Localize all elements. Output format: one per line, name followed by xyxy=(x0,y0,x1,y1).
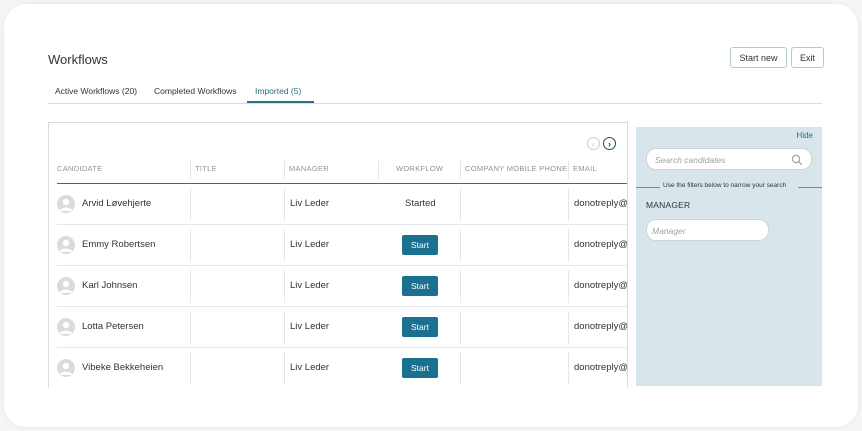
tab-bar: Active Workflows (20) Completed Workflow… xyxy=(48,80,822,104)
manager-name: Liv Leder xyxy=(290,321,330,332)
table-row[interactable]: Lotta Petersen Liv Leder Start donotrepl… xyxy=(57,307,628,348)
cell-divider xyxy=(460,352,461,385)
tab-active-workflows[interactable]: Active Workflows (20) xyxy=(55,86,137,96)
cell-divider xyxy=(284,229,285,262)
cell-divider xyxy=(568,311,569,344)
page-title: Workflows xyxy=(48,52,108,67)
exit-button[interactable]: Exit xyxy=(791,47,824,68)
search-candidates-field[interactable] xyxy=(646,148,812,170)
manager-name: Liv Leder xyxy=(290,280,330,291)
chevron-right-icon[interactable]: › xyxy=(603,137,616,150)
workflow-status: Started xyxy=(405,198,436,209)
column-header-title[interactable]: TITLE xyxy=(195,164,217,173)
filter-hint-text: Use the filters below to narrow your sea… xyxy=(663,182,787,189)
cell-divider xyxy=(460,311,461,344)
start-workflow-button[interactable]: Start xyxy=(402,276,438,296)
cell-divider xyxy=(460,270,461,303)
manager-input[interactable] xyxy=(652,224,762,237)
table-row[interactable]: Karl Johnsen Liv Leder Start donotreply@… xyxy=(57,266,628,307)
candidate-name: Karl Johnsen xyxy=(82,280,138,291)
column-header-candidate[interactable]: CANDIDATE xyxy=(57,164,102,173)
cell-divider xyxy=(284,352,285,385)
candidate-name: Arvid Løvehjerte xyxy=(82,198,152,209)
chevron-left-icon[interactable]: ‹ xyxy=(587,137,600,150)
tab-imported[interactable]: Imported (5) xyxy=(255,86,301,96)
cell-divider xyxy=(568,188,569,221)
column-divider xyxy=(460,161,461,179)
cell-divider xyxy=(190,229,191,262)
user-avatar-icon xyxy=(57,277,75,295)
manager-name: Liv Leder xyxy=(290,198,330,209)
start-new-button[interactable]: Start new xyxy=(730,47,787,68)
cell-divider xyxy=(568,270,569,303)
email-value: donotreply@e xyxy=(574,321,628,332)
cell-divider xyxy=(568,229,569,262)
column-divider xyxy=(190,161,191,179)
column-header-company-mobile-phone[interactable]: COMPANY MOBILE PHONE xyxy=(465,164,567,173)
user-avatar-icon xyxy=(57,359,75,377)
divider xyxy=(636,187,660,188)
table-row[interactable]: Emmy Robertsen Liv Leder Start donotrepl… xyxy=(57,225,628,266)
user-avatar-icon xyxy=(57,236,75,254)
user-avatar-icon xyxy=(57,195,75,213)
cell-divider xyxy=(190,188,191,221)
email-value: donotreply@e xyxy=(574,198,628,209)
filter-hint: Use the filters below to narrow your sea… xyxy=(636,182,822,192)
manager-name: Liv Leder xyxy=(290,239,330,250)
table-row[interactable]: Vibeke Bekkeheien Liv Leder Start donotr… xyxy=(57,348,628,388)
start-workflow-button[interactable]: Start xyxy=(402,358,438,378)
column-header-email[interactable]: EMAIL xyxy=(573,164,597,173)
search-input[interactable] xyxy=(655,153,785,166)
candidates-table: ‹ › CANDIDATE TITLE MANAGER WORKFLOW COM… xyxy=(48,122,628,388)
email-value: donotreply@e xyxy=(574,280,628,291)
email-value: donotreply@e xyxy=(574,239,628,250)
hide-filters-link[interactable]: Hide xyxy=(797,131,813,140)
column-divider xyxy=(378,161,379,179)
tab-completed-workflows[interactable]: Completed Workflows xyxy=(154,86,237,96)
candidate-name: Lotta Petersen xyxy=(82,321,144,332)
cell-divider xyxy=(284,311,285,344)
manager-filter-field[interactable] xyxy=(646,219,769,241)
cell-divider xyxy=(284,270,285,303)
filter-panel: Hide Use the filters below to narrow you… xyxy=(636,127,822,386)
cell-divider xyxy=(568,352,569,385)
cell-divider xyxy=(190,352,191,385)
search-icon[interactable] xyxy=(791,154,803,166)
cell-divider xyxy=(460,188,461,221)
cell-divider xyxy=(190,311,191,344)
manager-filter-label: MANAGER xyxy=(646,200,691,210)
cell-divider xyxy=(460,229,461,262)
active-tab-indicator xyxy=(247,101,314,103)
manager-name: Liv Leder xyxy=(290,362,330,373)
candidate-name: Vibeke Bekkeheien xyxy=(82,362,164,373)
cell-divider xyxy=(284,188,285,221)
email-value: donotreply@e xyxy=(574,362,628,373)
user-avatar-icon xyxy=(57,318,75,336)
candidate-name: Emmy Robertsen xyxy=(82,239,156,250)
cell-divider xyxy=(190,270,191,303)
table-row[interactable]: Arvid Løvehjerte Liv Leder Started donot… xyxy=(57,184,628,225)
column-header-workflow[interactable]: WORKFLOW xyxy=(396,164,443,173)
workflows-card: Workflows Start new Exit Active Workflow… xyxy=(4,4,858,427)
column-divider xyxy=(284,161,285,179)
column-header-manager[interactable]: MANAGER xyxy=(289,164,329,173)
start-workflow-button[interactable]: Start xyxy=(402,317,438,337)
column-divider xyxy=(568,161,569,179)
divider xyxy=(798,187,822,188)
start-workflow-button[interactable]: Start xyxy=(402,235,438,255)
